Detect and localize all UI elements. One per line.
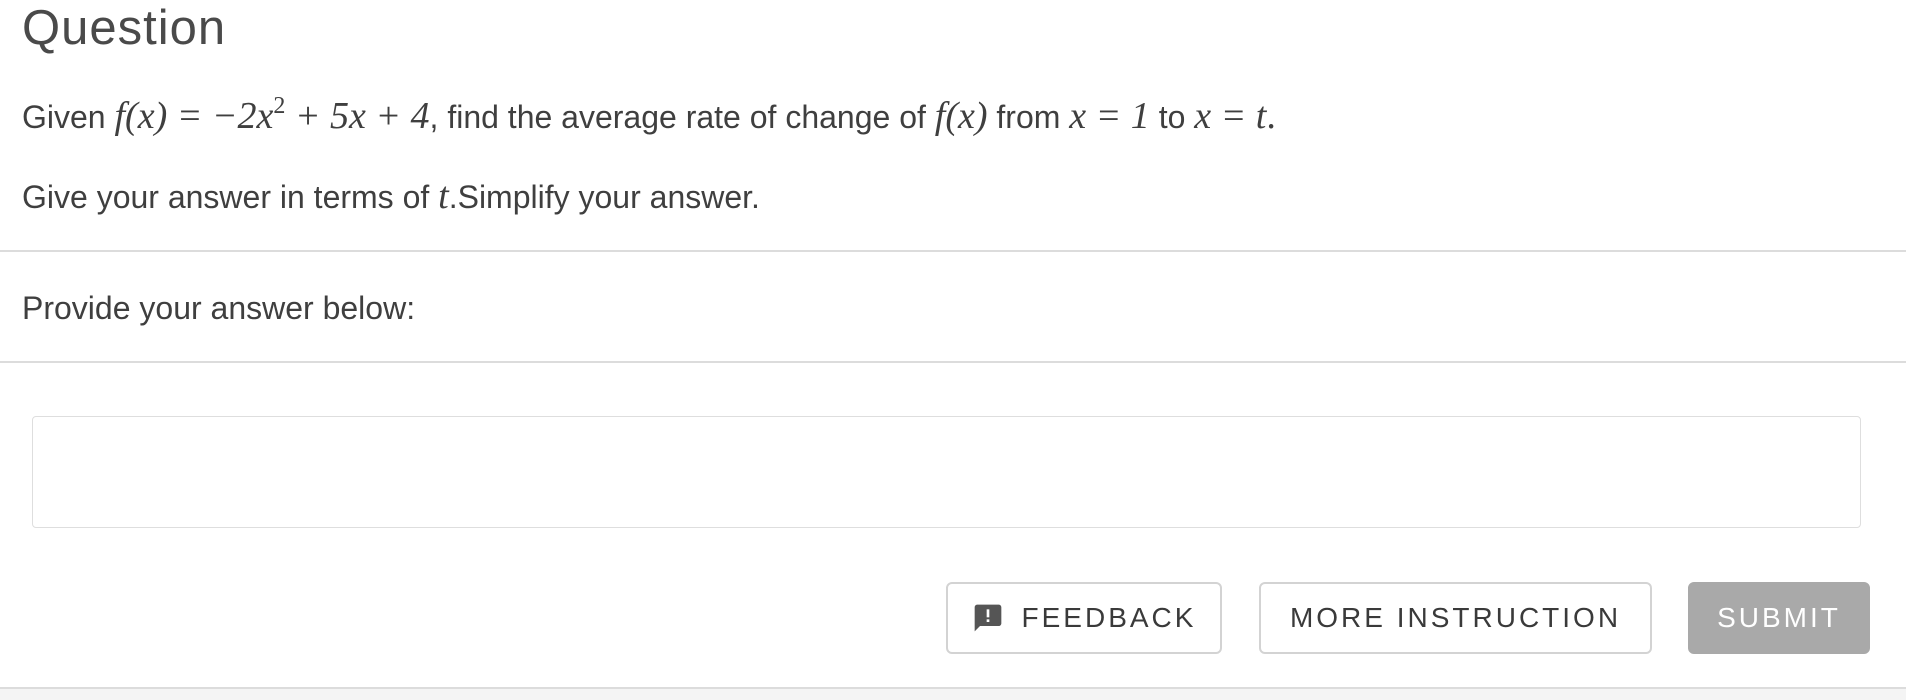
answer-input[interactable] (32, 416, 1861, 528)
page-title: Question (22, 1, 227, 55)
question-statement: Given f(x) = −2x2 + 5x + 4, find the ave… (22, 93, 1276, 137)
divider-bottom (0, 361, 1906, 363)
variable-t: t (438, 175, 449, 217)
given-text: Given (22, 99, 106, 135)
feedback-button[interactable]: FEEDBACK (946, 582, 1222, 654)
question-page: Question Given f(x) = −2x2 + 5x + 4, fin… (0, 0, 1906, 700)
feedback-icon (974, 604, 1001, 632)
answer-prompt: Provide your answer below: (22, 290, 416, 326)
more-instruction-label: MORE INSTRUCTION (1289, 602, 1622, 633)
to-text: to (1158, 99, 1186, 135)
more-instruction-button[interactable]: MORE INSTRUCTION (1259, 582, 1652, 654)
upper-bound: x = t. (1194, 95, 1276, 137)
period: . (1266, 95, 1276, 137)
function-ref: f(x) (935, 95, 988, 137)
bottom-border (0, 687, 1906, 700)
function-rhs: + 5x + 4 (285, 95, 430, 137)
submit-button[interactable]: SUBMIT (1688, 582, 1870, 654)
function-expression: f(x) = −2x2 + 5x + 4 (114, 93, 430, 137)
give-text: Give your answer in terms of (22, 179, 430, 215)
function-ref-text: f(x) (934, 95, 988, 137)
upper-bound-text: x = t (1194, 95, 1267, 137)
lower-bound: x = 1 (1069, 95, 1150, 137)
variable-t-text: t (438, 175, 449, 217)
function-exponent: 2 (273, 93, 286, 119)
from-text: from (996, 99, 1061, 135)
function-lhs: f(x) = −2x (114, 95, 274, 137)
submit-label: SUBMIT (1717, 602, 1841, 633)
simplify-text: .Simplify your answer. (448, 179, 760, 215)
lower-bound-text: x = 1 (1069, 95, 1150, 137)
divider-top (0, 250, 1906, 252)
feedback-label: FEEDBACK (1021, 602, 1197, 633)
answer-instructions: Give your answer in terms of t.Simplify … (22, 176, 760, 217)
find-text: , find the average rate of change of (429, 99, 926, 135)
